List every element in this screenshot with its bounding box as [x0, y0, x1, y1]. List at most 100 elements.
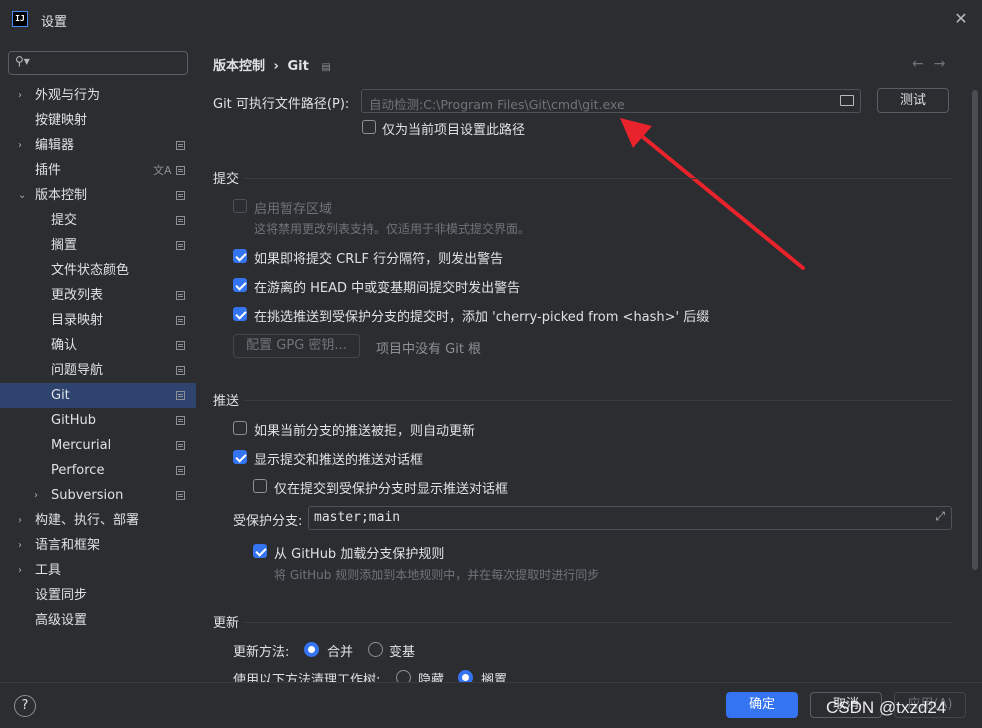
- protected-branches-input[interactable]: master;main ⤢: [308, 506, 952, 530]
- sidebar-item[interactable]: › Subversion: [0, 483, 196, 508]
- sidebar-item[interactable]: 文件状态颜色: [0, 258, 196, 283]
- project-only-checkbox[interactable]: [362, 120, 376, 134]
- nav-arrows[interactable]: ←→: [912, 56, 955, 72]
- sidebar-item-label: 按键映射: [35, 113, 88, 128]
- sidebar-item[interactable]: 问题导航: [0, 358, 196, 383]
- merge-radio[interactable]: [304, 642, 319, 657]
- chevron-right-icon[interactable]: ›: [34, 483, 38, 508]
- sidebar-item-label: 语言和框架: [35, 538, 101, 553]
- divider: [244, 622, 952, 623]
- sidebar-item-label: 外观与行为: [35, 88, 101, 103]
- sidebar-item-label: Perforce: [51, 463, 105, 478]
- help-button[interactable]: ?: [14, 695, 36, 717]
- project-level-icon: [176, 316, 185, 325]
- chevron-right-icon[interactable]: ›: [18, 133, 22, 158]
- project-level-icon: [176, 241, 185, 250]
- gpg-hint: 项目中没有 Git 根: [376, 342, 482, 357]
- project-level-icon: [176, 416, 185, 425]
- folder-icon[interactable]: [840, 95, 854, 106]
- chevron-right-icon[interactable]: ›: [18, 83, 22, 108]
- project-level-icon: [176, 191, 185, 200]
- sidebar-item[interactable]: › 外观与行为: [0, 83, 196, 108]
- window-title: 设置: [41, 15, 68, 30]
- sidebar-item[interactable]: 插件 文A: [0, 158, 196, 183]
- sidebar-item[interactable]: 提交: [0, 208, 196, 233]
- sidebar-item[interactable]: 高级设置: [0, 608, 196, 633]
- expand-icon[interactable]: ⤢: [935, 509, 945, 524]
- sidebar-item[interactable]: 确认: [0, 333, 196, 358]
- project-level-icon: [176, 291, 185, 300]
- rebase-label: 变基: [389, 645, 416, 660]
- project-level-icon: [176, 366, 185, 375]
- app-icon: IJ: [12, 11, 28, 27]
- only-protected-checkbox[interactable]: [253, 479, 267, 493]
- search-input[interactable]: ⚲▾: [8, 51, 188, 75]
- chevron-right-icon[interactable]: ›: [18, 558, 22, 583]
- load-github-rules-checkbox[interactable]: [253, 544, 267, 558]
- ok-button[interactable]: 确定: [726, 692, 798, 718]
- staging-label: 启用暂存区域: [254, 202, 333, 217]
- page-options-icon[interactable]: ▤: [321, 62, 330, 73]
- sidebar-item-label: Subversion: [51, 488, 124, 503]
- sidebar-item[interactable]: › 编辑器: [0, 133, 196, 158]
- protected-branches-label: 受保护分支:: [233, 514, 303, 529]
- sidebar-item-label: 搁置: [51, 238, 78, 253]
- sidebar-item[interactable]: 更改列表: [0, 283, 196, 308]
- sidebar-item-label: Git: [51, 388, 70, 403]
- close-icon[interactable]: ✕: [952, 10, 970, 28]
- sidebar-item[interactable]: 设置同步: [0, 583, 196, 608]
- breadcrumb-parent[interactable]: 版本控制: [213, 59, 265, 74]
- sidebar-item[interactable]: ⌄ 版本控制: [0, 183, 196, 208]
- chevron-down-icon[interactable]: ⌄: [18, 183, 26, 208]
- scrollbar[interactable]: [972, 90, 978, 570]
- sidebar-item[interactable]: › 语言和框架: [0, 533, 196, 558]
- staging-checkbox[interactable]: [233, 199, 247, 213]
- chevron-right-icon[interactable]: ›: [18, 508, 22, 533]
- crlf-checkbox[interactable]: [233, 249, 247, 263]
- sidebar-item-label: GitHub: [51, 413, 97, 428]
- show-push-dialog-checkbox[interactable]: [233, 450, 247, 464]
- gpg-key-button[interactable]: 配置 GPG 密钥...: [233, 334, 360, 358]
- detached-head-checkbox[interactable]: [233, 278, 247, 292]
- sidebar-item[interactable]: Perforce: [0, 458, 196, 483]
- sidebar-item-label: 目录映射: [51, 313, 104, 328]
- sidebar-item[interactable]: 搁置: [0, 233, 196, 258]
- sidebar-item-label: 工具: [35, 563, 62, 578]
- project-level-icon: [176, 166, 185, 175]
- cherry-pick-checkbox[interactable]: [233, 307, 247, 321]
- sidebar-item[interactable]: 目录映射: [0, 308, 196, 333]
- detached-head-label: 在游离的 HEAD 中或变基期间提交时发出警告: [254, 281, 521, 296]
- sidebar-item[interactable]: 按键映射: [0, 108, 196, 133]
- only-protected-label: 仅在提交到受保护分支时显示推送对话框: [274, 482, 509, 497]
- sidebar-item-label: 高级设置: [35, 613, 88, 628]
- sidebar-item[interactable]: Mercurial: [0, 433, 196, 458]
- translate-icon: 文A: [153, 164, 172, 177]
- project-level-icon: [176, 441, 185, 450]
- auto-update-checkbox[interactable]: [233, 421, 247, 435]
- sidebar-item-label: 更改列表: [51, 288, 104, 303]
- chevron-right-icon[interactable]: ›: [18, 533, 22, 558]
- breadcrumb-current: Git: [287, 59, 309, 74]
- breadcrumb-separator: ›: [273, 59, 279, 74]
- commit-section-header: 提交: [213, 172, 240, 187]
- test-button[interactable]: 测试: [877, 88, 949, 113]
- protected-branches-value: master;main: [314, 510, 401, 525]
- project-level-icon: [176, 391, 185, 400]
- load-github-rules-label: 从 GitHub 加载分支保护规则: [274, 547, 445, 562]
- rebase-radio[interactable]: [368, 642, 383, 657]
- breadcrumb: 版本控制 › Git ▤: [213, 55, 331, 74]
- project-only-label: 仅为当前项目设置此路径: [382, 123, 526, 138]
- sidebar-item-label: 问题导航: [51, 363, 104, 378]
- merge-label: 合并: [327, 645, 354, 660]
- sidebar-item-label: 提交: [51, 213, 78, 228]
- sidebar-item-label: 设置同步: [35, 588, 88, 603]
- update-section-header: 更新: [213, 616, 240, 631]
- sidebar-item[interactable]: Git: [0, 383, 196, 408]
- sidebar-item[interactable]: › 工具: [0, 558, 196, 583]
- push-section-header: 推送: [213, 394, 240, 409]
- sidebar-item[interactable]: GitHub: [0, 408, 196, 433]
- project-level-icon: [176, 466, 185, 475]
- project-level-icon: [176, 341, 185, 350]
- annotation-arrow: [620, 118, 805, 270]
- sidebar-item[interactable]: › 构建、执行、部署: [0, 508, 196, 533]
